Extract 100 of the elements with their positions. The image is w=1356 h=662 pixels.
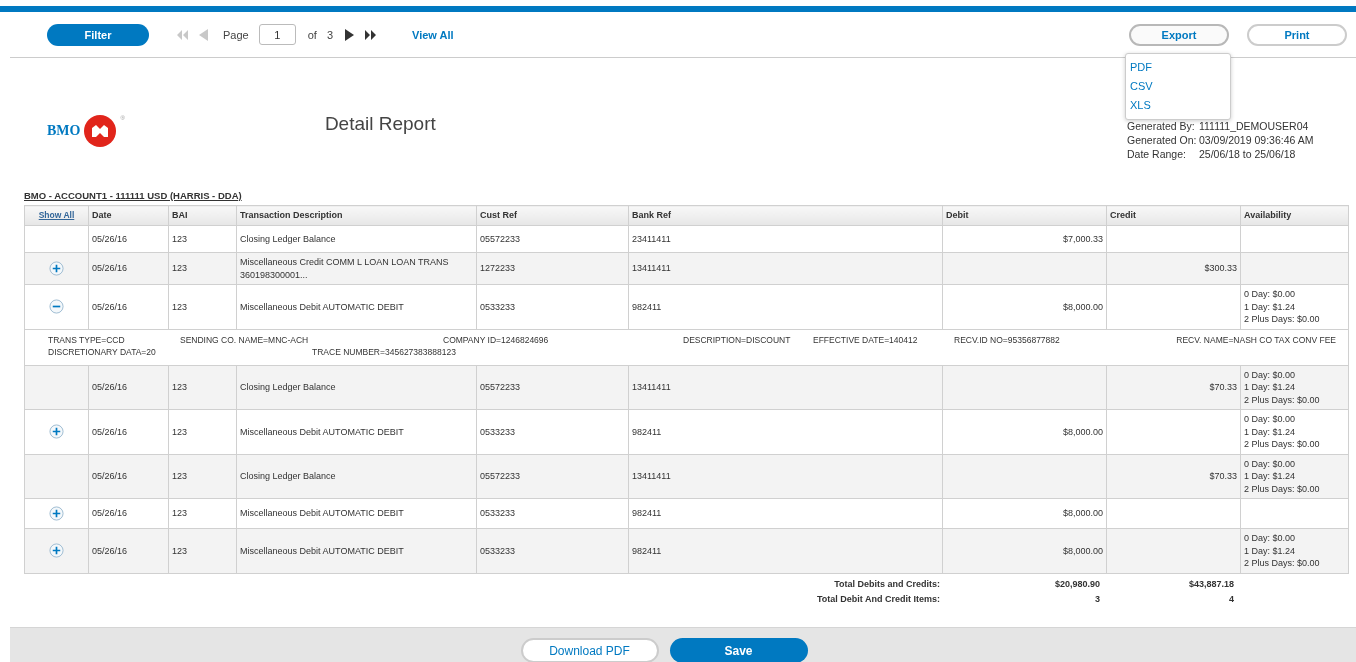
bai-cell: 123 [172, 263, 188, 274]
menu-item[interactable]: CSV [1126, 76, 1230, 96]
bank-ref-cell: 982411 [632, 301, 662, 312]
meta-label: Generated On: [1127, 134, 1198, 146]
availability-text: 1 Day: $1.24 [1244, 300, 1297, 313]
cust-ref-cell: 1272233 [480, 263, 516, 274]
debit-cell: $8,000.00 [1062, 426, 1103, 437]
bank-ref-cell: 13411411 [632, 471, 671, 481]
expand-icon[interactable] [49, 506, 64, 521]
availability-text: 2 Plus Days: $0.00 [1244, 482, 1321, 495]
bai-cell: 123 [172, 233, 188, 244]
total-credit: 4 [1228, 593, 1235, 604]
availability-text: 1 Day: $1.24 [1244, 425, 1297, 438]
date-cell: 05/26/16 [92, 301, 128, 312]
total-label: Total Debits and Credits: [833, 578, 941, 589]
bai-cell: 123 [172, 426, 188, 437]
detail-text: TRANS TYPE=CCD [48, 333, 126, 346]
export-button[interactable]: Export [1129, 23, 1229, 46]
cust-ref-cell: 05572233 [480, 382, 521, 392]
detail-text: TRACE NUMBER=345627383888123 [312, 346, 456, 359]
print-button[interactable]: Print [1247, 23, 1347, 46]
meta-value: 111111_DEMOUSER04 [1199, 120, 1310, 132]
next-page-icon[interactable] [345, 28, 354, 41]
credit-cell: $70.33 [1209, 382, 1237, 392]
description-cell: Miscellaneous Debit AUTOMATIC DEBIT [240, 508, 404, 519]
description-cell: Miscellaneous Debit AUTOMATIC DEBIT [240, 426, 404, 437]
description-cell: Miscellaneous Debit AUTOMATIC DEBIT [240, 545, 404, 556]
cust-ref-cell: 0533233 [480, 508, 516, 519]
filter-button[interactable]: Filter [47, 23, 149, 46]
bai-cell: 123 [172, 382, 188, 392]
bai-cell: 123 [172, 545, 188, 556]
bai-cell: 123 [172, 508, 188, 519]
save-button[interactable]: Save [669, 638, 808, 662]
logo-text: BMO [47, 123, 81, 139]
view-all-link[interactable]: View All [412, 28, 454, 41]
credit-cell: $300.33 [1204, 263, 1237, 274]
cust-ref-cell: 05572233 [480, 471, 521, 481]
page-label: Page [223, 28, 249, 41]
detail-text: DISCRETIONARY DATA=20 [48, 346, 157, 359]
description-cell: Miscellaneous Debit AUTOMATIC DEBIT [240, 301, 404, 312]
availability-text: 2 Plus Days: $0.00 [1244, 557, 1321, 570]
availability-text: 2 Plus Days: $0.00 [1244, 313, 1321, 326]
availability-text: 1 Day: $1.24 [1244, 470, 1297, 483]
column-header: Availability [1244, 210, 1292, 221]
bank-ref-cell: 13411411 [632, 263, 671, 274]
availability-text: 0 Day: $0.00 [1244, 368, 1297, 381]
detail-text: EFFECTIVE DATE=140412 [813, 333, 919, 346]
availability-text: 1 Day: $1.24 [1244, 544, 1297, 557]
bank-ref-cell: 982411 [632, 545, 662, 556]
column-header: BAI [172, 210, 188, 221]
detail-text: COMPANY ID=1246824696 [443, 333, 550, 346]
expand-icon[interactable] [49, 424, 64, 440]
report-title: Detail Report [324, 113, 436, 135]
expand-icon[interactable] [49, 543, 64, 559]
date-cell: 05/26/16 [92, 426, 128, 437]
page-field[interactable]: 1 [258, 24, 296, 45]
bank-ref-cell: 982411 [632, 426, 662, 437]
column-header: Debit [946, 210, 969, 221]
download-pdf-button[interactable]: Download PDF [520, 638, 659, 662]
menu-item[interactable]: XLS [1126, 95, 1230, 115]
date-cell: 05/26/16 [92, 233, 128, 244]
total-debit: $20,980.90 [1053, 578, 1101, 589]
meta-label: Date Range: [1127, 148, 1187, 160]
expand-icon[interactable] [49, 261, 64, 276]
collapse-icon[interactable] [49, 299, 64, 315]
detail-text: RECV. NAME=NASH CO TAX CONV FEE [1175, 333, 1337, 346]
description-cell: Closing Ledger Balance [240, 471, 336, 481]
date-cell: 05/26/16 [92, 263, 128, 274]
page-count: 3 [326, 28, 333, 41]
meta-label: Generated By: [1127, 120, 1196, 132]
availability-text: 0 Day: $0.00 [1244, 457, 1297, 470]
availability-text: 1 Day: $1.24 [1244, 381, 1297, 394]
column-header: Transaction Description [240, 210, 343, 221]
cust-ref-cell: 0533233 [480, 301, 516, 312]
total-debit: 3 [1094, 593, 1101, 604]
column-header: Date [92, 210, 112, 221]
detail-text: RECV.ID NO=95356877882 [954, 333, 1061, 346]
debit-cell: $8,000.00 [1062, 508, 1103, 519]
detail-text: DESCRIPTION=DISCOUNT [683, 333, 792, 346]
description-cell: Closing Ledger Balance [240, 382, 336, 392]
cust-ref-cell: 0533233 [480, 426, 516, 437]
of-label: of [307, 28, 317, 41]
availability-text: 2 Plus Days: $0.00 [1244, 393, 1321, 406]
account-title: BMO - ACCOUNT1 - 111111 USD (HARRIS - DDA) [24, 190, 242, 201]
bai-cell: 123 [172, 471, 188, 481]
meta-value: 03/09/2019 09:36:46 AM [1199, 134, 1315, 146]
bank-ref-cell: 982411 [632, 508, 662, 519]
cust-ref-cell: 0533233 [480, 545, 516, 556]
availability-text: 2 Plus Days: $0.00 [1244, 438, 1321, 451]
date-cell: 05/26/16 [92, 508, 128, 519]
date-cell: 05/26/16 [92, 382, 128, 392]
meta-value: 25/06/18 to 25/06/18 [1199, 148, 1297, 160]
menu-item[interactable]: PDF [1126, 57, 1230, 77]
column-header: Credit [1110, 210, 1136, 221]
total-credit: $43,887.18 [1187, 578, 1235, 589]
logo-icon [84, 115, 117, 147]
date-cell: 05/26/16 [92, 545, 128, 556]
last-page-icon[interactable] [365, 28, 376, 41]
bank-ref-cell: 13411411 [632, 382, 671, 392]
debit-cell: $8,000.00 [1062, 301, 1103, 312]
